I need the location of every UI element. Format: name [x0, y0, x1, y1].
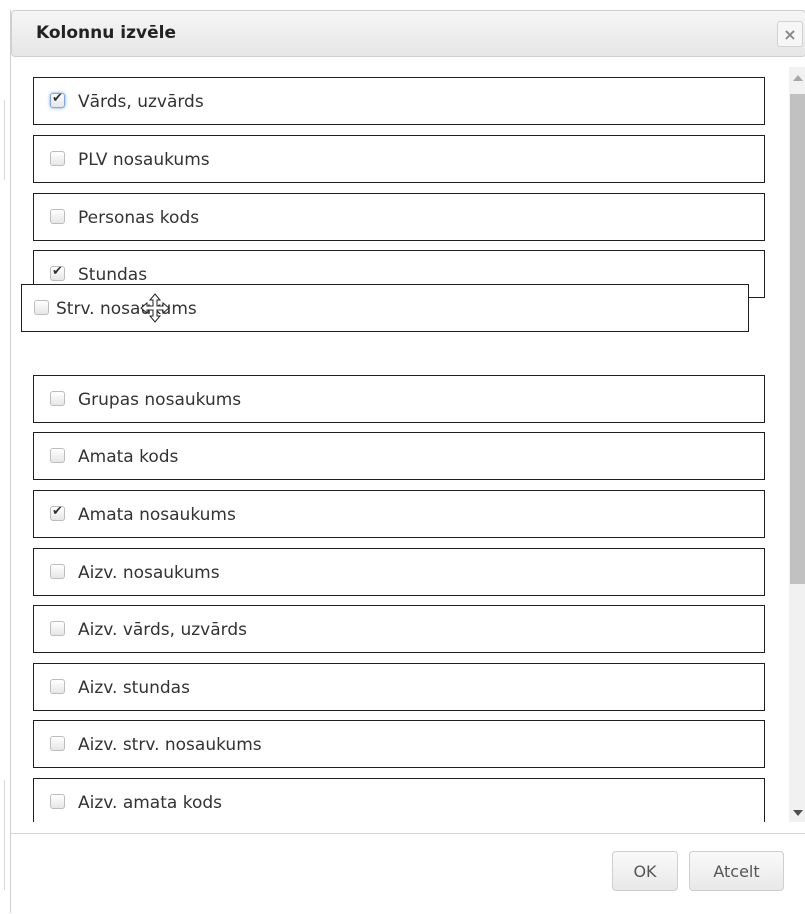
- edge-line: [4, 100, 5, 180]
- list-item[interactable]: Vārds, uzvārds: [33, 77, 765, 125]
- list-item[interactable]: Amata kods: [33, 432, 765, 480]
- chevron-down-icon[interactable]: [793, 810, 803, 816]
- edge-line: [4, 780, 5, 890]
- ok-button[interactable]: OK: [612, 851, 678, 891]
- list-item[interactable]: Aizv. stundas: [33, 663, 765, 711]
- vertical-scrollbar[interactable]: [789, 67, 805, 822]
- checkbox-icon[interactable]: [50, 91, 65, 108]
- cancel-button[interactable]: Atcelt: [689, 851, 784, 891]
- list-item-label: Personas kods: [78, 208, 200, 228]
- list-item[interactable]: Personas kods: [33, 193, 765, 241]
- checkbox-icon[interactable]: [50, 794, 65, 809]
- checkbox-icon[interactable]: [50, 264, 65, 281]
- dragging-item-label: Strv. nosaukums: [56, 299, 197, 319]
- checkbox-icon[interactable]: [50, 621, 65, 636]
- dialog-footer: OK Atcelt: [11, 833, 805, 914]
- list-item-label: Amata kods: [78, 447, 179, 467]
- checkbox-icon[interactable]: [50, 564, 65, 579]
- list-item[interactable]: Aizv. nosaukums: [33, 548, 765, 596]
- checkbox-icon[interactable]: [50, 151, 65, 166]
- close-icon[interactable]: ×: [777, 21, 803, 47]
- checkbox-icon[interactable]: [50, 391, 65, 406]
- list-item-label: Aizv. strv. nosaukums: [78, 735, 262, 755]
- list-item[interactable]: Aizv. vārds, uzvārds: [33, 605, 765, 653]
- checkbox-icon[interactable]: [50, 679, 65, 694]
- list-item[interactable]: Grupas nosaukums: [33, 375, 765, 423]
- list-item-label: Aizv. stundas: [78, 678, 190, 698]
- dialog-titlebar[interactable]: Kolonnu izvēle ×: [11, 10, 805, 57]
- chevron-up-icon[interactable]: [793, 75, 803, 81]
- list-item-label: Aizv. amata kods: [78, 793, 222, 813]
- checkbox-icon[interactable]: [50, 504, 65, 521]
- list-item-label: Grupas nosaukums: [78, 390, 242, 410]
- column-select-dialog: Kolonnu izvēle × Vārds, uzvārds PLV nosa…: [10, 10, 805, 914]
- list-item-label: PLV nosaukums: [78, 150, 210, 170]
- checkbox-icon[interactable]: [50, 209, 65, 224]
- dragging-list-item[interactable]: Strv. nosaukums: [21, 284, 749, 332]
- dialog-title: Kolonnu izvēle: [36, 23, 176, 43]
- list-item-label: Stundas: [78, 265, 148, 285]
- move-cursor-icon: [140, 293, 170, 323]
- scroll-thumb[interactable]: [790, 94, 805, 584]
- checkbox-icon[interactable]: [50, 736, 65, 751]
- list-item[interactable]: Amata nosaukums: [33, 490, 765, 538]
- list-item-label: Aizv. nosaukums: [78, 563, 220, 583]
- checkbox-icon[interactable]: [34, 300, 49, 315]
- page-edge: [0, 0, 10, 913]
- list-item[interactable]: Aizv. amata kods: [33, 778, 765, 822]
- list-item[interactable]: Aizv. strv. nosaukums: [33, 720, 765, 768]
- list-item-label: Aizv. vārds, uzvārds: [78, 620, 247, 640]
- checkbox-icon[interactable]: [50, 448, 65, 463]
- list-item-label: Vārds, uzvārds: [78, 92, 204, 112]
- list-item[interactable]: PLV nosaukums: [33, 135, 765, 183]
- column-list: Vārds, uzvārds PLV nosaukums Personas ko…: [11, 67, 805, 822]
- list-item-label: Amata nosaukums: [78, 505, 236, 525]
